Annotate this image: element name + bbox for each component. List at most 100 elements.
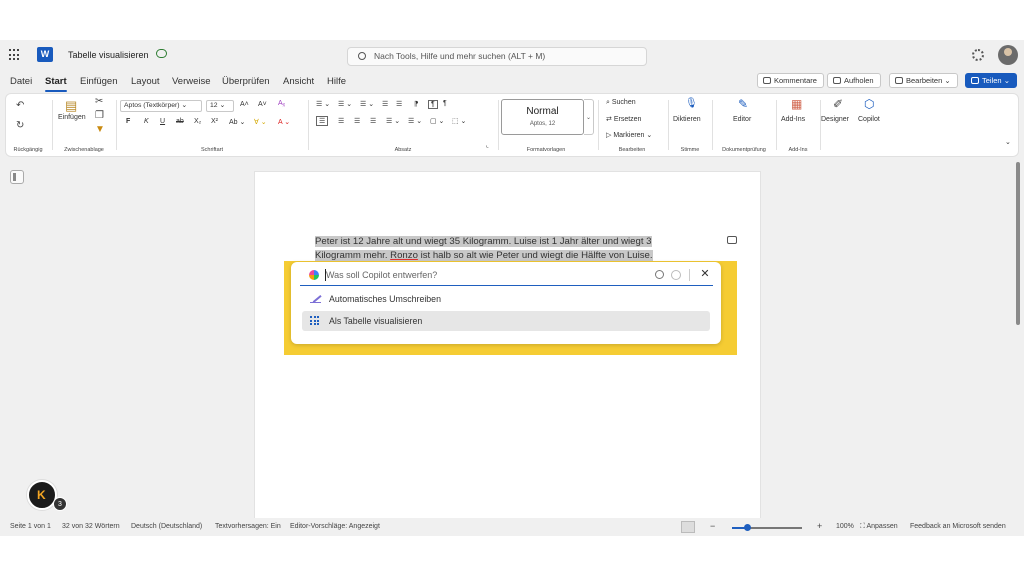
misspelled-word[interactable]: Ronzo <box>390 250 418 261</box>
tab-ansicht[interactable]: Ansicht <box>283 76 314 87</box>
bullets-icon[interactable]: ☰ ⌄ <box>316 100 330 108</box>
superscript-icon[interactable]: X² <box>211 118 218 125</box>
shading-icon[interactable]: ▢ ⌄ <box>430 117 444 125</box>
close-icon[interactable]: ✕ <box>698 267 712 281</box>
font-name-select[interactable]: Aptos (Textkörper) ⌄ <box>120 100 202 112</box>
select-button[interactable]: ▷ Markieren ⌄ <box>606 131 652 139</box>
select-label: Markieren <box>613 132 645 139</box>
send-arrow-icon[interactable] <box>671 270 681 280</box>
document-body[interactable]: Peter ist 12 Jahre alt und wiegt 35 Kilo… <box>315 235 667 263</box>
zoom-out-button[interactable]: − <box>710 521 715 531</box>
vertical-scrollbar[interactable] <box>1016 162 1020 325</box>
replace-button[interactable]: ⇄ Ersetzen <box>606 115 641 123</box>
microphone-icon[interactable]: 🎙 <box>685 98 698 109</box>
paste-label[interactable]: Einfügen <box>58 114 86 121</box>
cut-icon[interactable]: ✂ <box>95 96 103 107</box>
feedback-link[interactable]: Feedback an Microsoft senden <box>910 523 1006 530</box>
font-size-select[interactable]: 12 ⌄ <box>206 100 234 112</box>
ltr-icon[interactable]: ⁋ <box>414 100 418 108</box>
zoom-level[interactable]: 100% <box>836 523 854 530</box>
rtl-icon[interactable]: ¶ <box>443 100 447 107</box>
rewrite-pen-icon <box>310 294 321 303</box>
designer-copilot-group: ✐ Designer ⬡ Copilot <box>821 94 892 156</box>
font-color-icon[interactable]: A ⌄ <box>278 118 290 126</box>
zoom-slider-thumb[interactable] <box>744 524 751 531</box>
ribbon-collapse-icon[interactable]: ⌄ <box>1005 138 1011 146</box>
numbering-icon[interactable]: ☰ ⌄ <box>338 100 352 108</box>
copilot-option-rewrite[interactable]: Automatisches Umschreiben <box>302 289 710 309</box>
subscript-icon[interactable]: X₂ <box>194 118 201 125</box>
highlight-icon[interactable]: ∀ ⌄ <box>254 118 267 126</box>
saved-cloud-icon[interactable] <box>156 49 167 58</box>
italic-icon[interactable]: K <box>144 118 149 125</box>
tab-verweise[interactable]: Verweise <box>172 76 211 87</box>
designer-icon[interactable]: ✐ <box>833 97 843 111</box>
copilot-option-visualize-table[interactable]: Als Tabelle visualisieren <box>302 311 710 331</box>
align-left-icon[interactable]: ☰ <box>316 116 329 126</box>
selected-text-line-1[interactable]: Peter ist 12 Jahre alt und wiegt 35 Kilo… <box>315 236 652 247</box>
app-launcher-icon[interactable] <box>9 49 21 61</box>
edit-mode-button[interactable]: Bearbeiten ⌄ <box>889 73 958 88</box>
justify-icon[interactable]: ☰ <box>370 117 376 125</box>
share-button[interactable]: Teilen ⌄ <box>965 73 1017 88</box>
align-right-icon[interactable]: ☰ <box>354 117 360 125</box>
line-spacing-icon[interactable]: ☰ ⌄ <box>386 117 400 125</box>
search-box[interactable]: Nach Tools, Hilfe und mehr suchen (ALT +… <box>347 47 647 66</box>
user-avatar[interactable] <box>998 45 1018 65</box>
undo-icon[interactable]: ↶ <box>16 100 24 111</box>
show-marks-icon[interactable]: ¶ <box>428 100 438 109</box>
change-case-icon[interactable]: Ab ⌄ <box>229 118 245 126</box>
text-predictions[interactable]: Textvorhersagen: Ein <box>215 523 281 530</box>
zoom-in-button[interactable]: + <box>817 521 822 531</box>
multilevel-list-icon[interactable]: ☰ ⌄ <box>360 100 374 108</box>
selected-text-line-2[interactable]: Kilogramm mehr. Ronzo ist halb so alt wi… <box>315 250 653 261</box>
tab-layout[interactable]: Layout <box>131 76 160 87</box>
shrink-font-icon[interactable]: A˅ <box>258 101 267 108</box>
copilot-icon[interactable]: ⬡ <box>864 97 874 111</box>
clipboard-group-label: Zwischenablage <box>64 147 104 153</box>
document-title[interactable]: Tabelle visualisieren <box>68 50 149 60</box>
word-count[interactable]: 32 von 32 Wörtern <box>62 523 120 530</box>
tab-start[interactable]: Start <box>45 76 67 92</box>
addins-button[interactable]: Add-Ins <box>781 116 805 123</box>
copilot-prompt-field[interactable]: Was soll Copilot entwerfen? ✕ <box>300 264 713 286</box>
find-button[interactable]: ⌕ Suchen <box>606 99 636 107</box>
grow-font-icon[interactable]: A˄ <box>240 101 249 108</box>
tab-einfuegen[interactable]: Einfügen <box>80 76 118 87</box>
settings-gear-icon[interactable] <box>972 49 984 61</box>
add-comment-icon[interactable] <box>727 236 737 244</box>
copy-icon[interactable]: ❐ <box>95 110 104 121</box>
tab-hilfe[interactable]: Hilfe <box>327 76 346 87</box>
addins-icon[interactable]: ▦ <box>791 97 802 111</box>
fit-button[interactable]: ⛶ Anpassen <box>860 523 898 531</box>
info-icon[interactable] <box>655 270 664 279</box>
editor-button[interactable]: Editor <box>733 116 751 123</box>
status-bar: Seite 1 von 1 32 von 32 Wörtern Deutsch … <box>0 518 1024 536</box>
tab-datei[interactable]: Datei <box>10 76 32 87</box>
increase-indent-icon[interactable]: ☰ <box>396 100 402 108</box>
language[interactable]: Deutsch (Deutschland) <box>131 523 202 530</box>
view-mode-button[interactable] <box>681 521 695 533</box>
copilot-placeholder[interactable]: Was soll Copilot entwerfen? <box>326 270 437 280</box>
copilot-button[interactable]: Copilot <box>858 116 880 123</box>
dictate-button[interactable]: Diktieren <box>673 116 701 123</box>
paragraph-spacing-icon[interactable]: ☰ ⌄ <box>408 117 422 125</box>
clear-format-icon[interactable]: Aᵪ <box>278 100 285 107</box>
comments-button[interactable]: Kommentare <box>757 73 824 88</box>
redo-icon[interactable]: ↻ <box>16 120 24 131</box>
navigation-pane-icon[interactable] <box>10 170 24 184</box>
underline-icon[interactable]: U <box>160 118 165 125</box>
editor-pen-icon[interactable]: ✎ <box>738 97 748 111</box>
designer-button[interactable]: Designer <box>821 116 849 123</box>
borders-icon[interactable]: ⬚ ⌄ <box>452 117 466 125</box>
tab-ueberpruefen[interactable]: Überprüfen <box>222 76 270 87</box>
bold-icon[interactable]: F <box>126 118 130 125</box>
format-painter-icon[interactable]: ▼ <box>95 124 105 135</box>
strikethrough-icon[interactable]: ab <box>176 118 184 125</box>
decrease-indent-icon[interactable]: ☰ <box>382 100 388 108</box>
paste-icon[interactable]: ▤ <box>65 98 77 114</box>
undo-group-label: Rückgängig <box>13 147 43 153</box>
align-center-icon[interactable]: ☰ <box>338 117 344 125</box>
catchup-button[interactable]: Aufholen <box>827 73 881 88</box>
editor-suggestions[interactable]: Editor-Vorschläge: Angezeigt <box>290 523 380 530</box>
